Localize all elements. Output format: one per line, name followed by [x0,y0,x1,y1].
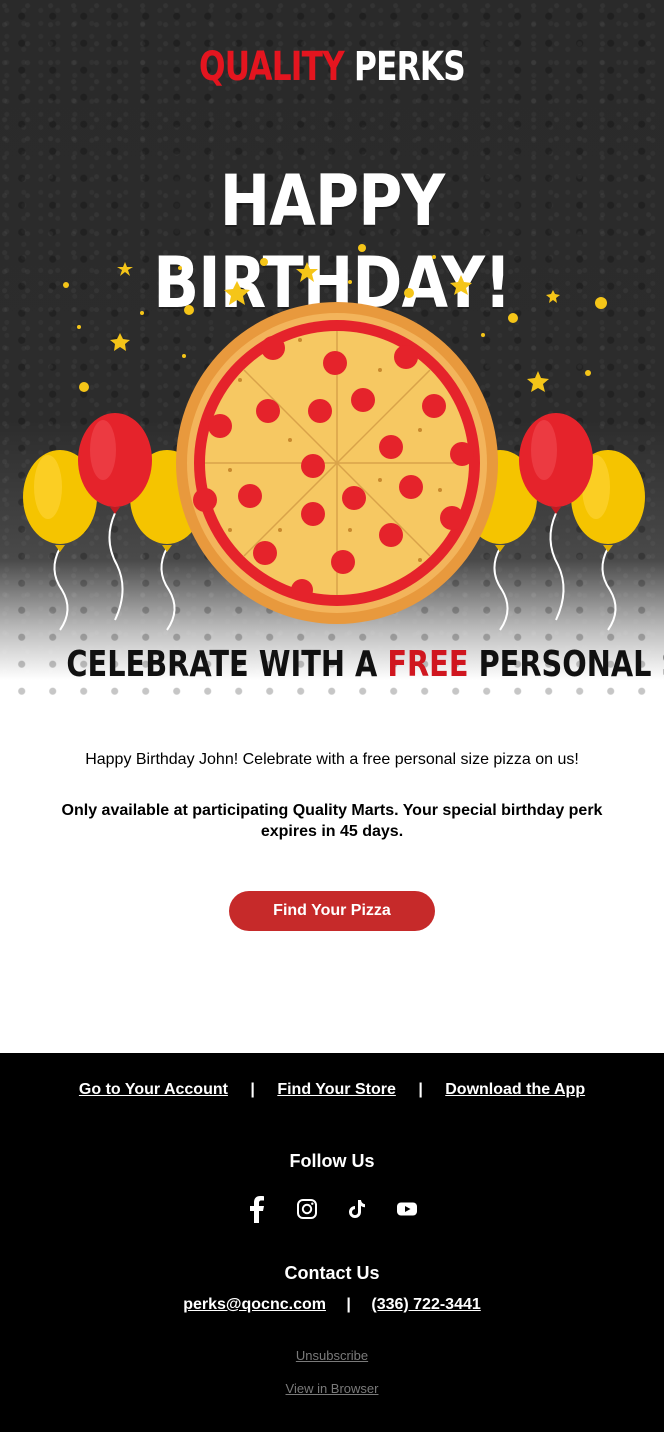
contact-info: perks@qocnc.com | (336) 722-3441 [0,1296,664,1314]
follow-us-title: Follow Us [289,1151,375,1171]
subhead-text-1: CELEBRATE WITH A [66,644,388,685]
subhead-text-2: PERSONAL SIZE PIZZA! [478,644,664,685]
offer-terms: Only available at participating Quality … [61,802,603,840]
instagram-icon[interactable] [295,1195,319,1223]
phone-link[interactable]: (336) 722-3441 [371,1296,480,1313]
view-in-browser-link[interactable]: View in Browser [0,1381,664,1396]
find-store-link[interactable]: Find Your Store [277,1081,396,1098]
nav-separator: | [418,1081,423,1098]
nav-separator: | [250,1081,255,1098]
contact-separator: | [346,1296,351,1313]
subhead-free-text: FREE [387,644,469,685]
quality-perks-logo[interactable]: QUALITY PERKS [73,44,591,90]
logo-perks-text: PERKS [354,44,466,90]
facebook-icon[interactable] [245,1195,269,1223]
download-app-link[interactable]: Download the App [445,1081,585,1098]
go-to-account-link[interactable]: Go to Your Account [79,1081,228,1098]
logo-quality-text: QUALITY [198,44,345,90]
social-links [0,1195,664,1223]
tiktok-icon[interactable] [345,1195,369,1223]
unsubscribe-link[interactable]: Unsubscribe [0,1348,664,1363]
pizza-icon [176,302,498,624]
hero-banner: QUALITY PERKS HAPPY BIRTHDAY! CELEBRATE … [0,0,664,700]
footer: Go to Your Account | Find Your Store | D… [0,1053,664,1432]
contact-us-title: Contact Us [284,1263,380,1283]
footer-nav: Go to Your Account | Find Your Store | D… [0,1081,664,1099]
email-link[interactable]: perks@qocnc.com [183,1296,326,1313]
birthday-illustration [23,244,645,631]
find-your-pizza-button[interactable]: Find Your Pizza [229,891,435,931]
offer-subheadline: CELEBRATE WITH A FREE PERSONAL SIZE PIZZ… [66,644,664,685]
youtube-icon[interactable] [395,1195,419,1223]
birthday-message: Happy Birthday John! Celebrate with a fr… [85,751,579,768]
